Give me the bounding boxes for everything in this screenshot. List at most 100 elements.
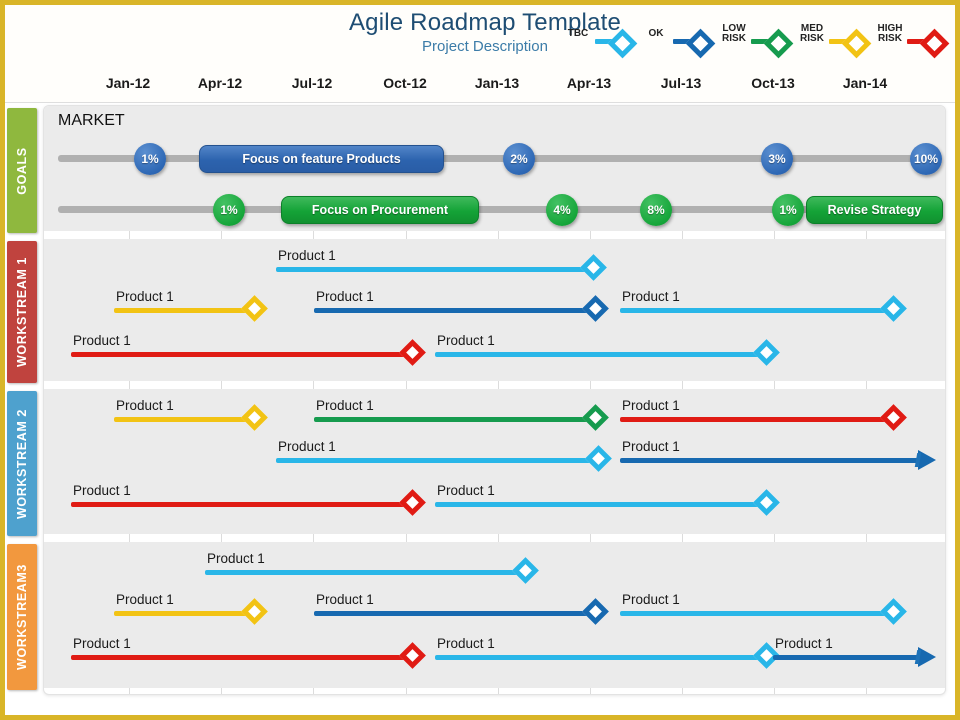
goal-milestone-node[interactable]: 3%	[761, 143, 793, 175]
axis-tick-label: Apr-13	[566, 75, 612, 91]
task-label: Product 1	[116, 289, 174, 304]
section-tab-label: WORKSTREAM3	[15, 564, 29, 670]
legend-item: OK	[639, 15, 716, 67]
diamond-icon	[841, 28, 872, 59]
task-bar[interactable]: Product 1	[620, 439, 944, 472]
roadmap-chart: MARKET Focus on feature Products 1% 2% 3% 10%…	[5, 102, 955, 715]
diamond-icon	[919, 28, 950, 59]
diamond-icon	[753, 489, 780, 516]
task-bar[interactable]: Product 1	[71, 483, 436, 516]
goal-milestone-node[interactable]: 1%	[134, 143, 166, 175]
axis-tick-label: Jul-13	[660, 75, 702, 91]
axis-tick-label: Jan-12	[105, 75, 151, 91]
diamond-icon	[582, 598, 609, 625]
goal-milestone-node[interactable]: 8%	[640, 194, 672, 226]
task-bar[interactable]: Product 1	[205, 551, 549, 584]
legend-label: LOW RISK	[722, 22, 746, 44]
task-line	[773, 655, 920, 660]
task-line	[620, 417, 893, 422]
task-line	[114, 611, 254, 616]
axis-tick-label: Jul-12	[291, 75, 333, 91]
task-line	[71, 655, 412, 660]
slide-header: Agile Roadmap Template Project Descripti…	[5, 5, 955, 71]
legend-milestone-icon	[595, 27, 638, 59]
task-label: Product 1	[207, 551, 265, 566]
task-line	[620, 458, 920, 463]
goal-milestone-node[interactable]: 1%	[213, 194, 245, 226]
task-bar[interactable]: Product 1	[114, 398, 278, 431]
task-label: Product 1	[116, 592, 174, 607]
diamond-icon	[753, 339, 780, 366]
legend-item: TBC	[561, 15, 638, 67]
roadmap-slide: Agile Roadmap Template Project Descripti…	[0, 0, 960, 720]
goal-milestone-node[interactable]: 1%	[772, 194, 804, 226]
task-label: Product 1	[116, 398, 174, 413]
goal-milestone-node[interactable]: 2%	[503, 143, 535, 175]
goal-pill[interactable]: Revise Strategy	[806, 196, 943, 224]
task-label: Product 1	[622, 398, 680, 413]
section-band: Product 1 Product 1 Product 1 Product 1 Prod…	[44, 389, 945, 534]
task-bar[interactable]: Product 1	[620, 592, 917, 625]
task-bar[interactable]: Product 1	[314, 289, 619, 322]
task-line	[114, 417, 254, 422]
task-label: Product 1	[622, 289, 680, 304]
task-line	[114, 308, 254, 313]
task-label: Product 1	[73, 483, 131, 498]
task-line	[314, 611, 595, 616]
diamond-icon	[763, 28, 794, 59]
task-line	[435, 352, 766, 357]
task-label: Product 1	[437, 333, 495, 348]
task-line	[276, 267, 593, 272]
goal-track	[58, 155, 930, 162]
goal-milestone-node[interactable]: 10%	[910, 143, 942, 175]
task-bar[interactable]: Product 1	[773, 636, 944, 669]
section-tab-workstream-2[interactable]: WORKSTREAM 2	[7, 391, 37, 536]
task-bar[interactable]: Product 1	[71, 333, 436, 366]
roadmap-plot-area: MARKET Focus on feature Products 1% 2% 3% 10%…	[43, 105, 946, 695]
section-tab-label: WORKSTREAM 2	[15, 408, 29, 519]
task-bar[interactable]: Product 1	[435, 483, 790, 516]
task-bar[interactable]: Product 1	[71, 636, 436, 669]
task-bar[interactable]: Product 1	[314, 592, 619, 625]
task-bar[interactable]: Product 1	[276, 439, 622, 472]
section-band: MARKET Focus on feature Products 1% 2% 3% 10%…	[44, 106, 945, 231]
market-label: MARKET	[58, 112, 125, 129]
task-bar[interactable]: Product 1	[114, 592, 278, 625]
legend-label: TBC	[567, 27, 589, 39]
task-bar[interactable]: Product 1	[435, 333, 790, 366]
timeline-axis: Jan-12 Apr-12 Jul-12 Oct-12 Jan-13 Apr-13 Jul-…	[5, 70, 955, 103]
diamond-icon	[241, 404, 268, 431]
axis-tick-label: Oct-13	[751, 75, 795, 91]
goal-pill[interactable]: Focus on Procurement	[281, 196, 479, 224]
task-label: Product 1	[775, 636, 833, 651]
legend-milestone-icon	[751, 27, 794, 59]
section-tab-label: WORKSTREAM 1	[15, 257, 29, 367]
task-bar[interactable]: Product 1	[314, 398, 619, 431]
section-tab-goals[interactable]: GOALS	[7, 108, 37, 233]
task-bar[interactable]: Product 1	[276, 248, 617, 281]
task-bar[interactable]: Product 1	[435, 636, 790, 669]
legend-item: HIGH RISK	[873, 15, 950, 67]
axis-tick-label: Jan-13	[474, 75, 520, 91]
task-label: Product 1	[73, 636, 131, 651]
legend-milestone-icon	[907, 27, 950, 59]
task-bar[interactable]: Product 1	[620, 289, 917, 322]
arrow-icon	[918, 450, 936, 470]
task-bar[interactable]: Product 1	[620, 398, 917, 431]
task-line	[276, 458, 598, 463]
task-bar[interactable]: Product 1	[114, 289, 278, 322]
section-tab-workstream3[interactable]: WORKSTREAM3	[7, 544, 37, 690]
goal-milestone-node[interactable]: 4%	[546, 194, 578, 226]
section-tab-workstream-1[interactable]: WORKSTREAM 1	[7, 241, 37, 383]
task-line	[71, 502, 412, 507]
task-line	[435, 502, 766, 507]
diamond-icon	[399, 642, 426, 669]
diamond-icon	[582, 404, 609, 431]
task-label: Product 1	[278, 439, 336, 454]
task-label: Product 1	[316, 289, 374, 304]
legend-item: LOW RISK	[717, 15, 794, 67]
diamond-icon	[582, 295, 609, 322]
legend-item: MED RISK	[795, 15, 872, 67]
goal-pill[interactable]: Focus on feature Products	[199, 145, 444, 173]
task-label: Product 1	[278, 248, 336, 263]
